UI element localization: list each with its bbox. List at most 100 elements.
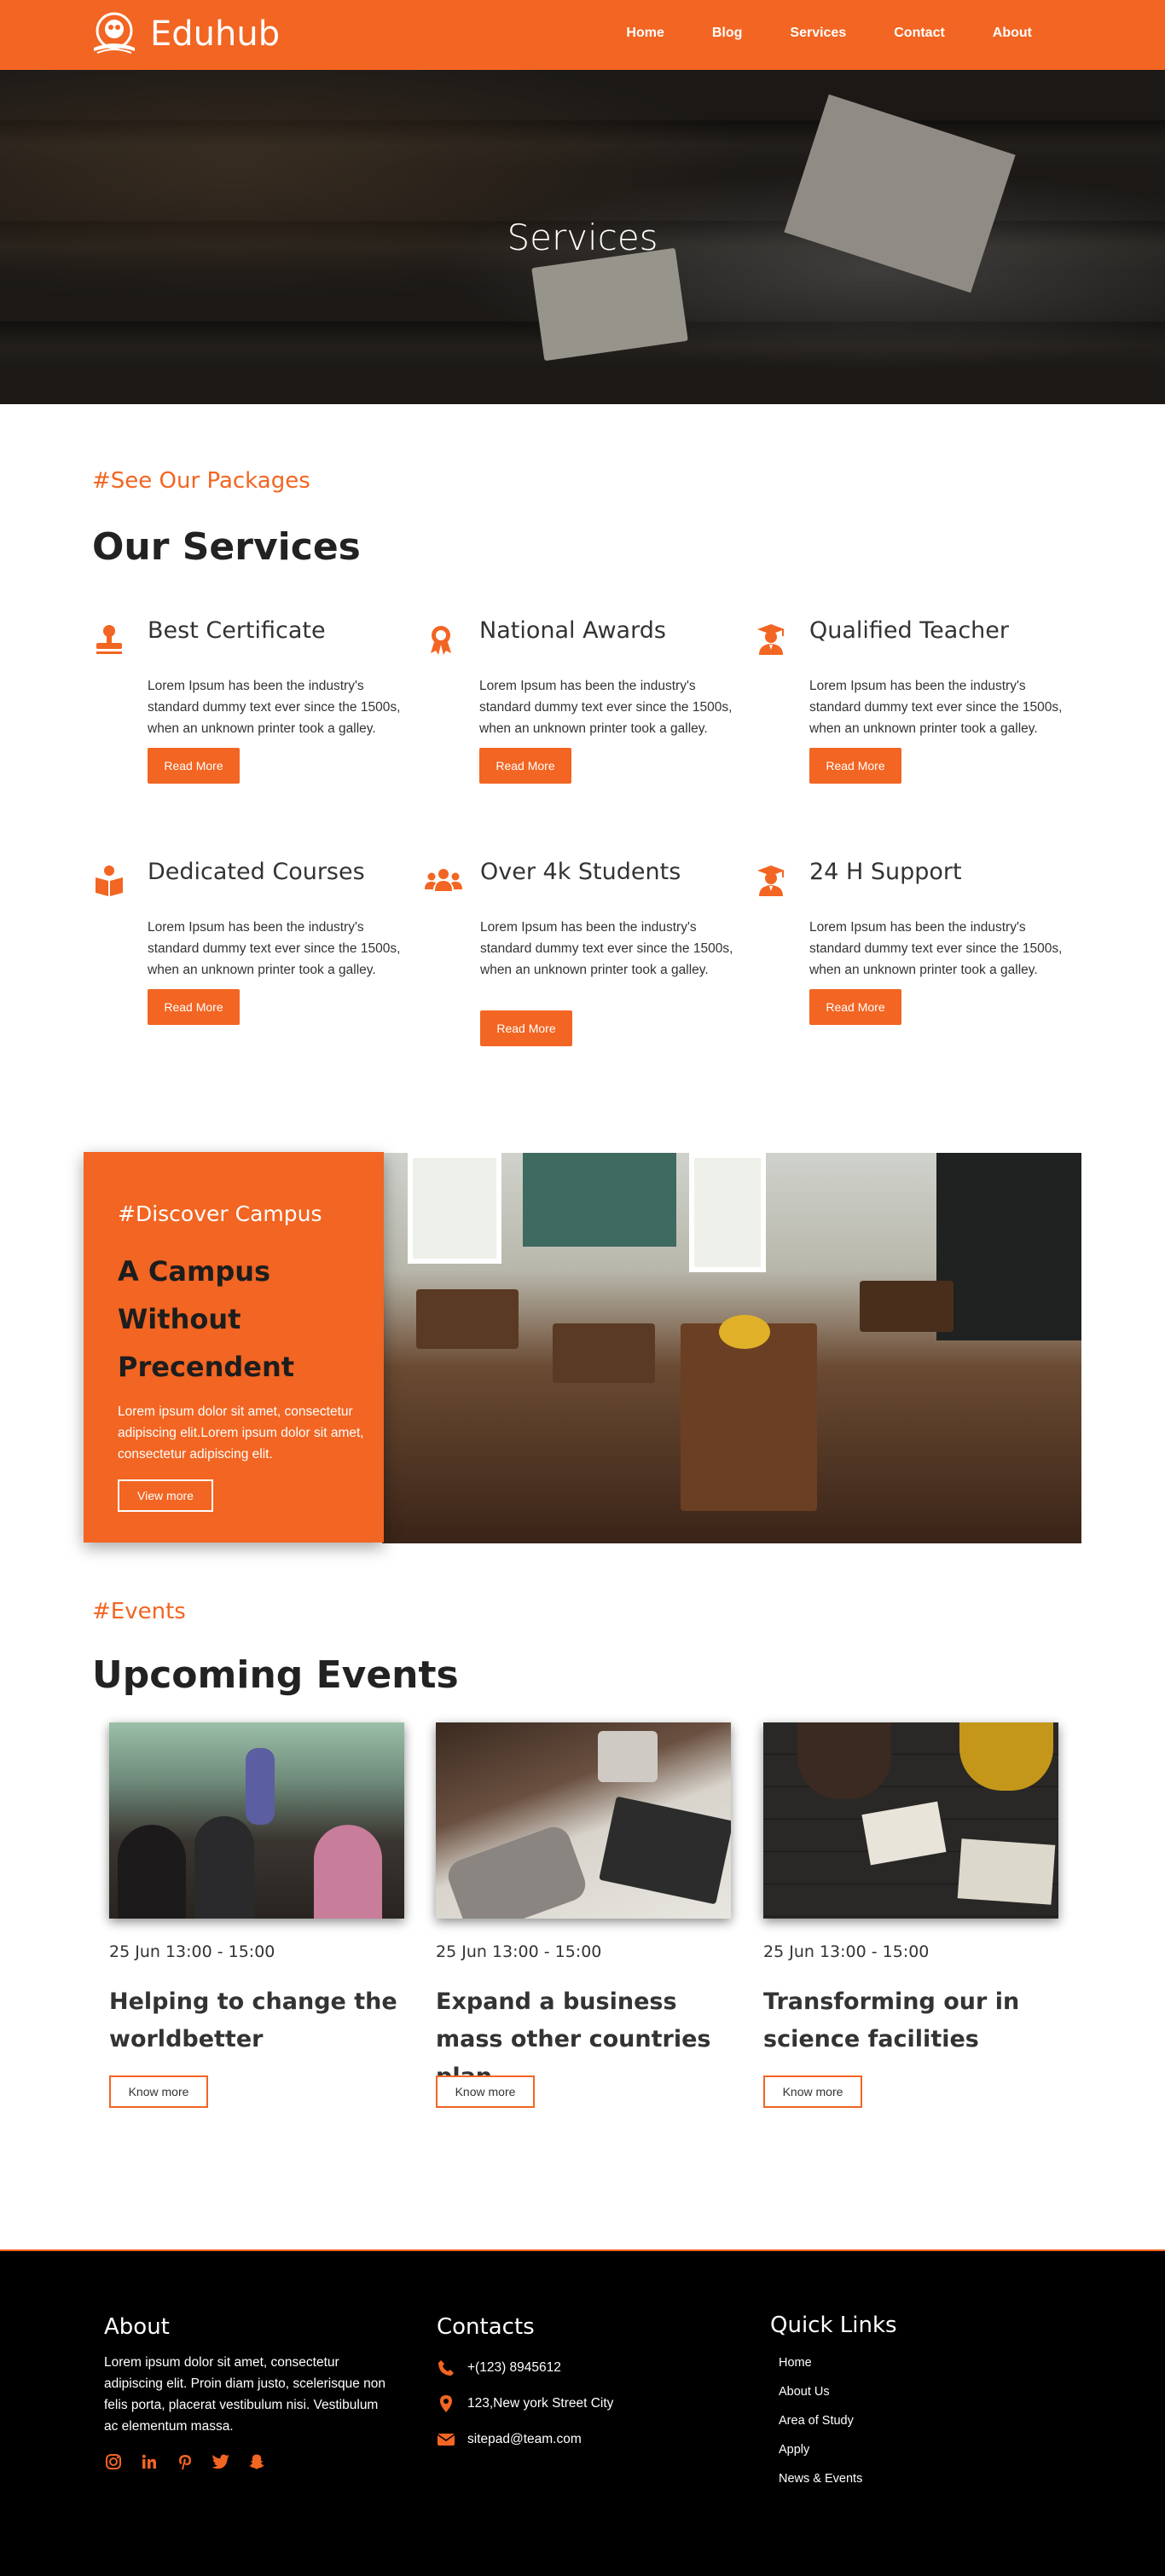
contact-email-text: sitepad@team.com xyxy=(467,2432,582,2446)
read-more-button[interactable]: Read More xyxy=(148,748,240,784)
quick-link-news-events[interactable]: News & Events xyxy=(779,2464,897,2493)
instagram-icon[interactable] xyxy=(104,2452,123,2471)
students-icon xyxy=(425,869,462,891)
nav-about[interactable]: About xyxy=(993,26,1032,41)
service-title: Best Certificate xyxy=(148,617,326,644)
book-reader-icon xyxy=(96,865,123,896)
nav-contact[interactable]: Contact xyxy=(894,26,945,41)
service-text: Lorem Ipsum has been the industry's stan… xyxy=(479,679,733,736)
know-more-button[interactable]: Know more xyxy=(763,2075,862,2108)
nav-blog[interactable]: Blog xyxy=(712,26,743,41)
classroom-image xyxy=(382,1153,1081,1543)
read-more-button[interactable]: Read More xyxy=(479,748,571,784)
footer-quick-links: Quick Links Home About Us Area of Study … xyxy=(770,2313,897,2493)
services-eyebrow: #See Our Packages xyxy=(92,468,310,494)
know-more-button[interactable]: Know more xyxy=(109,2075,208,2108)
service-text: Lorem Ipsum has been the industry's stan… xyxy=(148,679,401,736)
event-title: Helping to change the worldbetter xyxy=(109,1988,397,2052)
footer-about-title: About xyxy=(104,2314,170,2340)
teacher-icon xyxy=(757,624,785,655)
coffee-cup xyxy=(598,1731,658,1782)
classroom-window xyxy=(689,1153,766,1272)
stamp-icon xyxy=(96,625,122,654)
student-figure xyxy=(959,1722,1053,1791)
hero-title: Services xyxy=(507,217,658,258)
footer-contacts-title: Contacts xyxy=(437,2314,535,2340)
events-eyebrow: #Events xyxy=(92,1599,186,1624)
services-section: #See Our Packages Our Services Best Cert… xyxy=(0,404,1165,1120)
quick-link-about-us[interactable]: About Us xyxy=(779,2377,897,2406)
classroom-desk xyxy=(860,1281,953,1332)
services-title: Our Services xyxy=(92,525,361,569)
service-text: Lorem Ipsum has been the industry's stan… xyxy=(809,920,1063,977)
contact-phone[interactable]: +(123) 8945612 xyxy=(437,2359,613,2377)
award-icon xyxy=(431,626,451,655)
event-image[interactable] xyxy=(109,1722,404,1919)
quick-links-list: Home About Us Area of Study Apply News &… xyxy=(770,2348,897,2493)
snapchat-icon[interactable] xyxy=(247,2452,266,2471)
event-image[interactable] xyxy=(436,1722,731,1919)
main-nav: Home Blog Services Contact About xyxy=(578,26,1032,41)
site-header: Eduhub Home Blog Services Contact About xyxy=(0,0,1165,70)
know-more-button[interactable]: Know more xyxy=(436,2075,535,2108)
service-title: 24 H Support xyxy=(809,859,962,885)
open-book xyxy=(957,1838,1056,1905)
contact-address[interactable]: 123,New york Street City xyxy=(437,2394,613,2413)
student-figure xyxy=(118,1825,186,1919)
classroom-blackboard xyxy=(936,1153,1081,1340)
flower-pot xyxy=(719,1315,770,1349)
tablet-device xyxy=(599,1796,731,1905)
brand-name: Eduhub xyxy=(150,14,281,54)
contact-phone-text: +(123) 8945612 xyxy=(467,2360,561,2375)
read-more-button[interactable]: Read More xyxy=(809,748,901,784)
teacher-figure xyxy=(246,1748,275,1825)
nav-services[interactable]: Services xyxy=(790,26,846,41)
support-teacher-icon xyxy=(757,865,785,896)
brand[interactable]: Eduhub xyxy=(90,10,280,58)
map-pin-icon xyxy=(440,2395,452,2412)
phone-icon xyxy=(438,2360,454,2376)
view-more-button[interactable]: View more xyxy=(118,1479,213,1512)
campus-title: A Campus Without Precendent xyxy=(118,1255,295,1383)
service-title: Qualified Teacher xyxy=(809,617,1009,644)
event-date: 25 Jun 13:00 - 15:00 xyxy=(109,1942,275,1961)
event-image[interactable] xyxy=(763,1722,1058,1919)
service-text: Lorem Ipsum has been the industry's stan… xyxy=(480,920,733,977)
events-section: #Events Upcoming Events 25 Jun 13:00 - 1… xyxy=(0,1598,1165,2249)
envelope-icon xyxy=(437,2434,455,2446)
contact-email[interactable]: sitepad@team.com xyxy=(437,2430,613,2449)
graduation-owl-logo-icon xyxy=(94,12,135,54)
footer-contacts: Contacts +(123) 8945612 123,New york Str… xyxy=(437,2314,613,2449)
read-more-button[interactable]: Read More xyxy=(480,1010,572,1046)
campus-text: Lorem ipsum dolor sit amet, consectetur … xyxy=(118,1404,364,1462)
classroom-desk xyxy=(553,1323,655,1383)
social-links xyxy=(104,2452,385,2471)
event-title: Transforming our in science facilities xyxy=(763,1988,1020,2052)
classroom-desk xyxy=(681,1323,817,1511)
campus-eyebrow: #Discover Campus xyxy=(118,1201,322,1226)
footer-about-text: Lorem ipsum dolor sit amet, consectetur … xyxy=(104,2355,385,2434)
campus-card: #Discover Campus A Campus Without Precen… xyxy=(84,1152,384,1543)
student-figure xyxy=(314,1825,382,1919)
pinterest-icon[interactable] xyxy=(176,2452,194,2471)
event-date: 25 Jun 13:00 - 15:00 xyxy=(436,1942,602,1961)
linkedin-icon[interactable] xyxy=(140,2452,159,2471)
event-date: 25 Jun 13:00 - 15:00 xyxy=(763,1942,930,1961)
service-title: Over 4k Students xyxy=(480,859,681,885)
twitter-icon[interactable] xyxy=(212,2452,230,2471)
footer-links-title: Quick Links xyxy=(770,2313,897,2338)
service-title: National Awards xyxy=(479,617,666,644)
hero-banner: Services xyxy=(0,70,1165,404)
quick-link-apply[interactable]: Apply xyxy=(779,2435,897,2464)
read-more-button[interactable]: Read More xyxy=(809,989,901,1025)
nav-home[interactable]: Home xyxy=(626,26,664,41)
quick-link-area-of-study[interactable]: Area of Study xyxy=(779,2406,897,2435)
read-more-button[interactable]: Read More xyxy=(148,989,240,1025)
classroom-map xyxy=(523,1153,676,1247)
service-text: Lorem Ipsum has been the industry's stan… xyxy=(809,679,1063,736)
events-title: Upcoming Events xyxy=(92,1653,459,1697)
open-book xyxy=(861,1801,947,1866)
service-text: Lorem Ipsum has been the industry's stan… xyxy=(148,920,401,977)
quick-link-home[interactable]: Home xyxy=(779,2348,897,2377)
site-footer: About Lorem ipsum dolor sit amet, consec… xyxy=(0,2249,1165,2576)
